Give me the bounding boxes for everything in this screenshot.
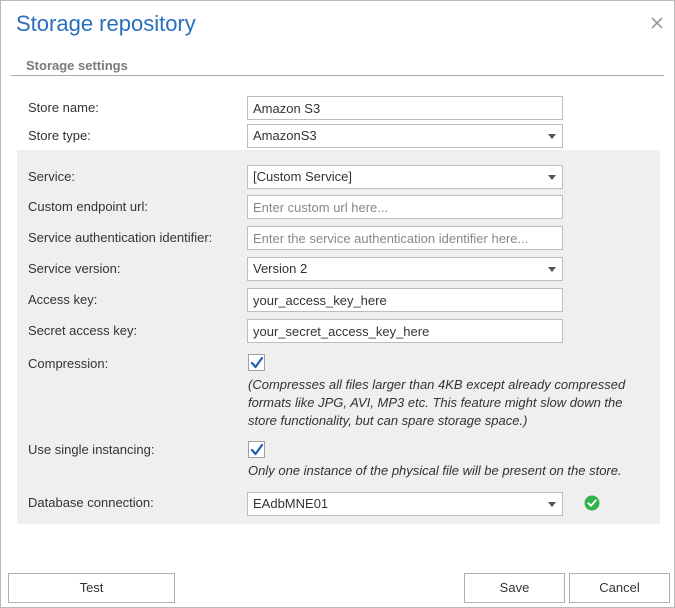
compression-checkbox[interactable] bbox=[248, 354, 265, 371]
service-version-value: Version 2 bbox=[253, 261, 308, 276]
checkmark-icon bbox=[250, 443, 264, 456]
compression-note: (Compresses all files larger than 4KB ex… bbox=[248, 376, 648, 430]
secret-access-key-input[interactable] bbox=[247, 319, 563, 343]
service-auth-id-label: Service authentication identifier: bbox=[28, 230, 213, 245]
store-type-value: AmazonS3 bbox=[253, 128, 317, 143]
custom-endpoint-input[interactable] bbox=[247, 195, 563, 219]
store-type-select[interactable]: AmazonS3 bbox=[247, 124, 563, 148]
cancel-button[interactable]: Cancel bbox=[569, 573, 670, 603]
service-label: Service: bbox=[28, 169, 75, 184]
access-key-label: Access key: bbox=[28, 292, 98, 307]
compression-note-line: store functionality, but can spare stora… bbox=[248, 413, 528, 428]
close-icon[interactable] bbox=[649, 15, 665, 31]
service-version-label: Service version: bbox=[28, 261, 121, 276]
service-value: [Custom Service] bbox=[253, 169, 352, 184]
custom-endpoint-label: Custom endpoint url: bbox=[28, 199, 148, 214]
single-instancing-note: Only one instance of the physical file w… bbox=[248, 463, 622, 478]
section-title: Storage settings bbox=[26, 58, 128, 73]
store-type-label: Store type: bbox=[28, 128, 91, 143]
service-select[interactable]: [Custom Service] bbox=[247, 165, 563, 189]
single-instancing-checkbox[interactable] bbox=[248, 441, 265, 458]
storage-repository-dialog: Storage repository Storage settings Stor… bbox=[0, 0, 675, 608]
dialog-title: Storage repository bbox=[16, 11, 196, 36]
service-auth-id-input[interactable] bbox=[247, 226, 563, 250]
chevron-down-icon bbox=[548, 267, 556, 272]
store-name-input[interactable] bbox=[247, 96, 563, 120]
section-divider bbox=[11, 75, 664, 76]
compression-note-line: formats like JPG, AVI, MP3 etc. This fea… bbox=[248, 395, 623, 410]
checkmark-icon bbox=[250, 356, 264, 369]
chevron-down-icon bbox=[548, 502, 556, 507]
single-instancing-label: Use single instancing: bbox=[28, 442, 155, 457]
service-version-select[interactable]: Version 2 bbox=[247, 257, 563, 281]
check-circle-icon bbox=[584, 495, 600, 511]
access-key-input[interactable] bbox=[247, 288, 563, 312]
compression-label: Compression: bbox=[28, 356, 109, 371]
compression-note-line: (Compresses all files larger than 4KB ex… bbox=[248, 377, 626, 392]
database-connection-select[interactable]: EAdbMNE01 bbox=[247, 492, 563, 516]
database-connection-label: Database connection: bbox=[28, 495, 154, 510]
chevron-down-icon bbox=[548, 175, 556, 180]
save-button[interactable]: Save bbox=[464, 573, 565, 603]
test-button[interactable]: Test bbox=[8, 573, 175, 603]
secret-access-key-label: Secret access key: bbox=[28, 323, 138, 338]
database-connection-value: EAdbMNE01 bbox=[253, 496, 329, 511]
store-name-label: Store name: bbox=[28, 100, 99, 115]
chevron-down-icon bbox=[548, 134, 556, 139]
